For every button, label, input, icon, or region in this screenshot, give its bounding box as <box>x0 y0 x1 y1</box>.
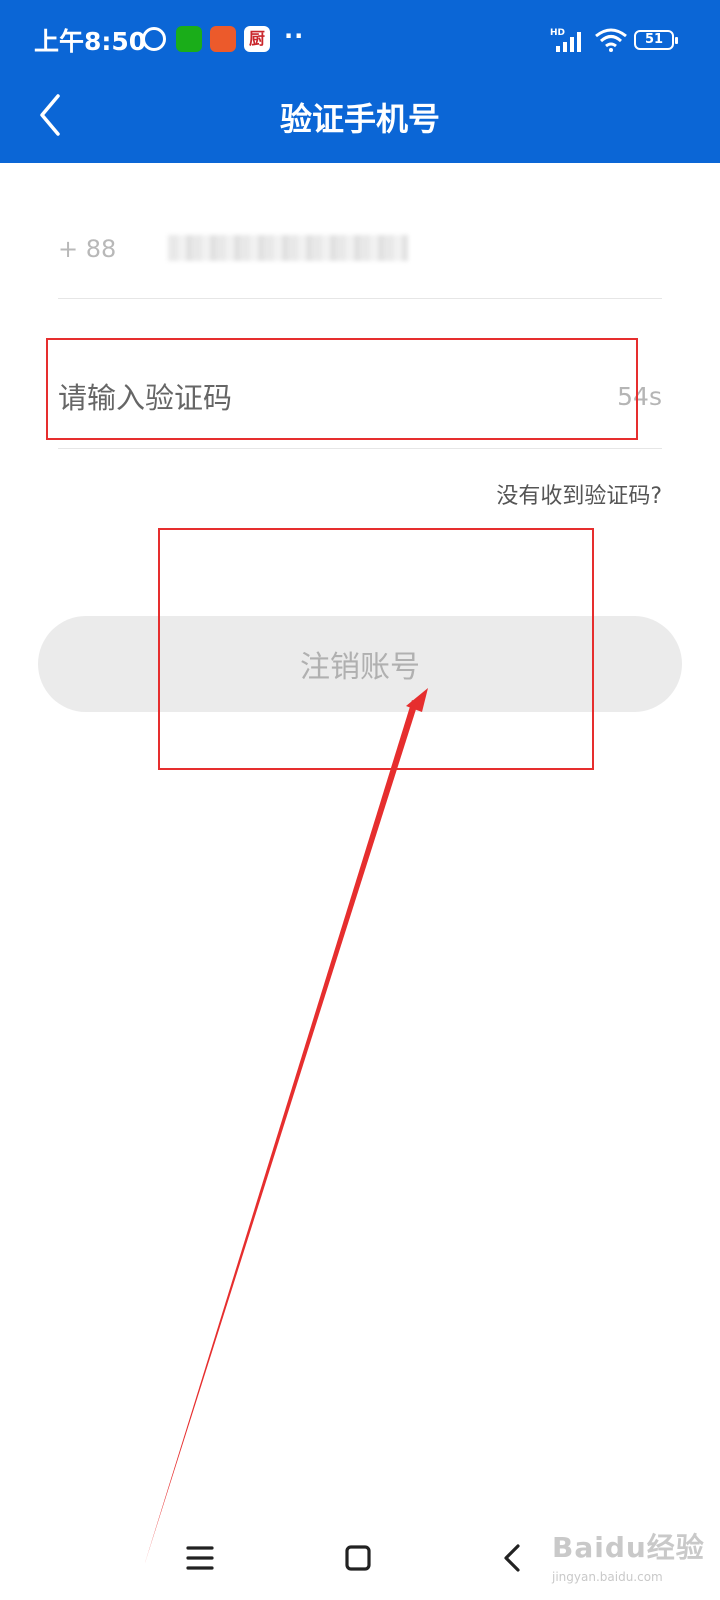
signal-icon <box>556 30 586 52</box>
more-notifications-icon: ·· <box>284 22 305 50</box>
back-icon[interactable] <box>490 1534 538 1582</box>
wechat-icon <box>176 26 202 52</box>
alarm-icon <box>142 27 166 51</box>
divider <box>58 298 662 299</box>
battery-icon: 51 <box>634 30 678 50</box>
status-time: 上午8:50 <box>34 27 147 56</box>
masked-phone-number <box>168 235 408 261</box>
watermark-logo: Baidu经验 <box>552 1531 705 1564</box>
country-code: + 88 <box>58 235 117 263</box>
baidu-watermark: Baidu经验 jingyan.baidu.com <box>548 1506 718 1596</box>
annotation-box-cancel-button <box>158 528 594 770</box>
no-code-received-link[interactable]: 没有收到验证码? <box>496 478 662 510</box>
home-icon[interactable] <box>334 1534 382 1582</box>
annotation-box-code-input <box>46 338 638 440</box>
phone-number-display: + 88 <box>58 225 658 275</box>
status-bar: 上午8:50 厨 ·· HD 51 <box>0 0 720 80</box>
kitchen-app-icon: 厨 <box>244 26 270 52</box>
divider <box>58 448 662 449</box>
menu-icon[interactable] <box>176 1534 224 1582</box>
app-header: 上午8:50 厨 ·· HD 51 验证手机号 <box>0 0 720 163</box>
app-notification-icon <box>210 26 236 52</box>
wifi-icon <box>595 28 627 52</box>
watermark-url: jingyan.baidu.com <box>552 1570 663 1584</box>
page-title: 验证手机号 <box>279 100 440 138</box>
